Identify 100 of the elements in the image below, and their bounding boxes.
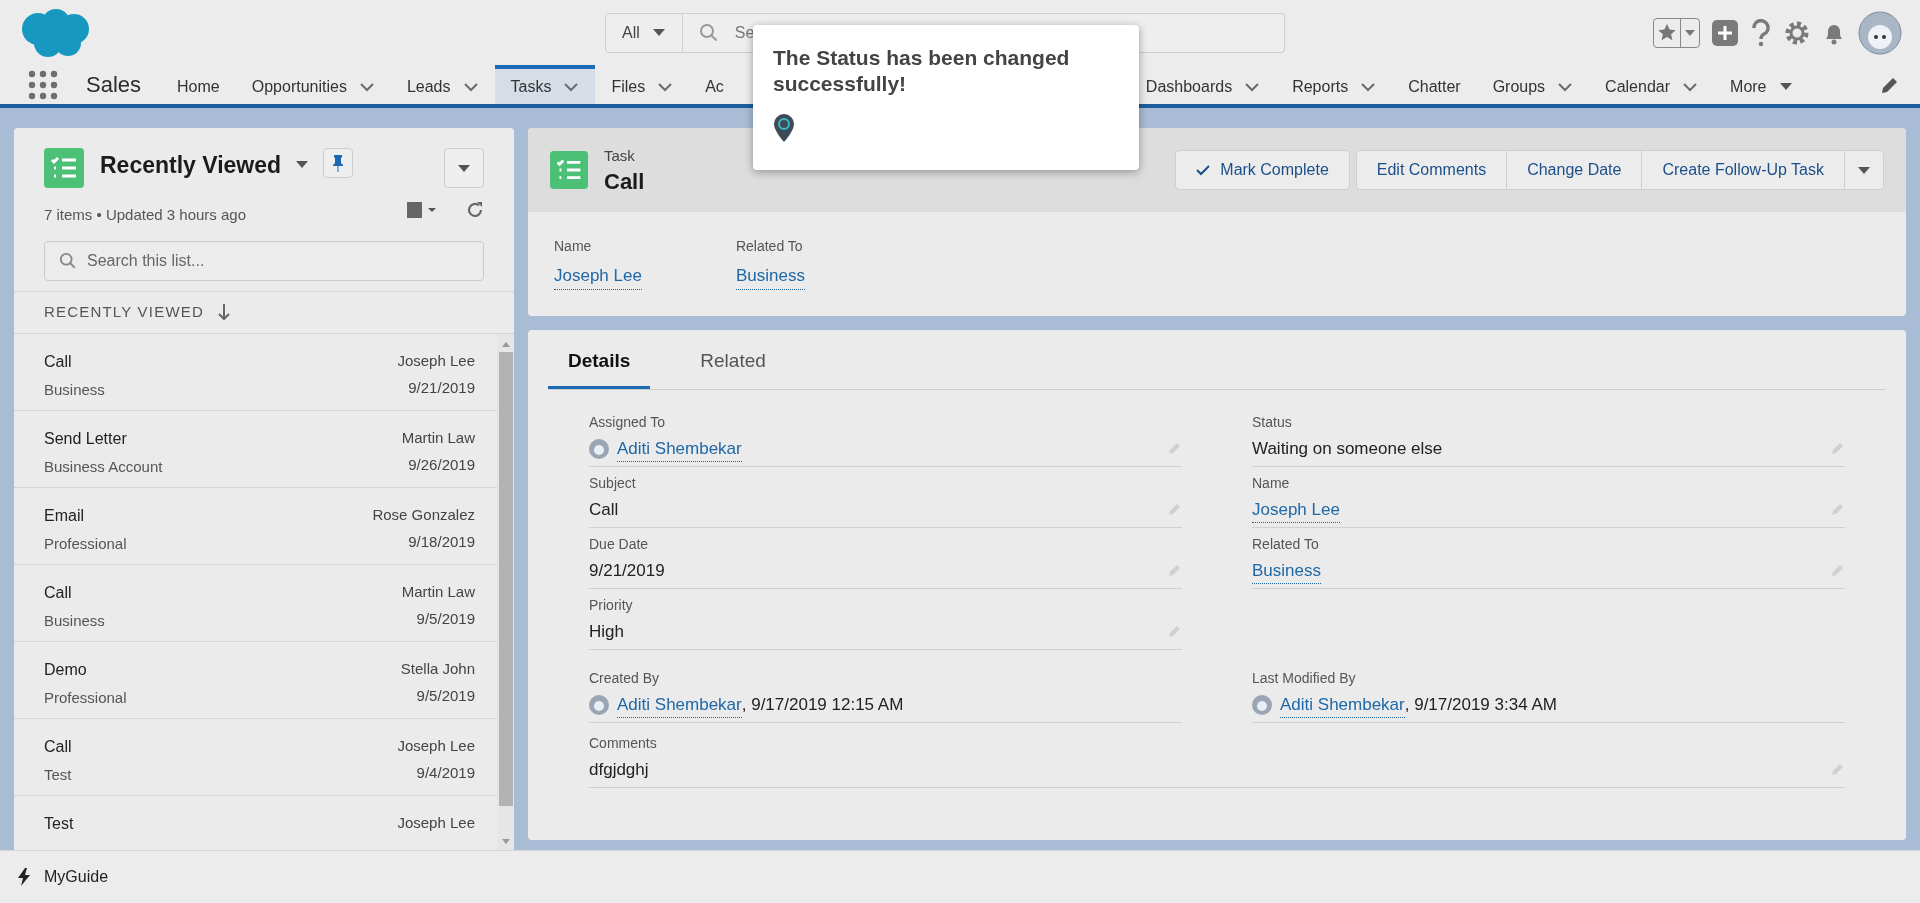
nav-tab[interactable]: Chatter xyxy=(1408,74,1461,99)
avatar-icon xyxy=(1252,695,1272,715)
app-launcher-icon[interactable] xyxy=(28,69,58,100)
add-icon[interactable] xyxy=(1712,19,1738,46)
chevron-down-icon[interactable] xyxy=(657,81,674,92)
action-button[interactable]: Create Follow-Up Task xyxy=(1641,150,1844,190)
list-title[interactable]: Recently Viewed xyxy=(100,148,282,183)
settings-icon[interactable] xyxy=(1784,19,1810,46)
footer-label[interactable]: MyGuide xyxy=(44,865,109,889)
nav-tab[interactable]: Calendar xyxy=(1605,74,1671,99)
favorites-button[interactable] xyxy=(1653,17,1700,48)
list-meta: 7 items • Updated 3 hours ago xyxy=(44,205,247,225)
nav-tab[interactable]: Leads xyxy=(406,74,451,99)
user-link[interactable]: Aditi Shembekar xyxy=(1280,691,1405,719)
caret-icon xyxy=(1685,29,1695,36)
row-owner: Rose Gonzalez xyxy=(372,504,475,525)
row-title: Call xyxy=(44,582,73,603)
caret-icon[interactable] xyxy=(1778,82,1793,91)
nav-tab[interactable]: Ac xyxy=(705,74,724,99)
field-label: Due Date xyxy=(589,534,650,554)
user-avatar-icon[interactable] xyxy=(1858,10,1902,55)
action-button[interactable]: Change Date xyxy=(1506,150,1642,190)
row-subtitle: Professional xyxy=(44,533,127,554)
field-label: Comments xyxy=(589,733,658,753)
row-title: Test xyxy=(44,813,74,834)
display-as-icon[interactable] xyxy=(406,201,438,220)
chevron-down-icon[interactable] xyxy=(462,81,479,92)
chevron-down-icon[interactable] xyxy=(1244,81,1261,92)
row-date: 9/26/2019 xyxy=(408,455,475,475)
field-label: Name xyxy=(1252,473,1291,493)
list-menu-button[interactable] xyxy=(444,148,484,188)
avatar-icon xyxy=(589,439,609,459)
chevron-down-icon[interactable] xyxy=(1360,81,1377,92)
row-title: Call xyxy=(44,351,73,372)
user-link[interactable]: Aditi Shembekar xyxy=(617,691,742,719)
row-title: Demo xyxy=(44,659,88,680)
list-search-field[interactable]: Search this list... xyxy=(44,240,484,281)
record-title: Call xyxy=(604,167,645,195)
nav-tab[interactable]: Files xyxy=(611,74,646,99)
app-name: Sales xyxy=(86,71,142,99)
more-actions-button[interactable] xyxy=(1844,150,1884,190)
sort-arrow-icon[interactable] xyxy=(218,303,230,321)
field-label: Created By xyxy=(589,668,661,688)
caret-down-icon[interactable] xyxy=(457,163,471,173)
record-link[interactable]: Business xyxy=(1252,557,1321,585)
record-link[interactable]: Joseph Lee xyxy=(554,263,642,290)
field-label: Subject xyxy=(589,473,637,493)
caret-down-icon[interactable] xyxy=(1857,165,1871,175)
scroll-down-icon[interactable] xyxy=(500,838,511,846)
user-link[interactable]: Aditi Shembekar xyxy=(617,435,742,463)
row-date: 9/4/2019 xyxy=(416,763,475,783)
help-icon[interactable] xyxy=(1750,18,1772,47)
row-date: 9/5/2019 xyxy=(416,609,475,629)
caret-icon[interactable] xyxy=(295,160,310,169)
search-icon xyxy=(59,251,77,270)
search-icon xyxy=(698,22,719,43)
field-value: Call xyxy=(589,499,619,522)
pin-button[interactable] xyxy=(323,148,354,178)
nav-tab[interactable]: Groups xyxy=(1492,74,1546,99)
record-link[interactable]: Joseph Lee xyxy=(1252,496,1340,524)
field-value: , 9/17/2019 12:15 AM xyxy=(741,693,904,716)
nav-tab[interactable]: Dashboards xyxy=(1145,74,1233,99)
tab[interactable]: Details xyxy=(548,337,651,389)
scrollbar[interactable] xyxy=(497,333,514,850)
field-value: Waiting on someone else xyxy=(1252,438,1443,461)
search-scope-dropdown[interactable]: All xyxy=(605,12,683,53)
row-date: 9/21/2019 xyxy=(408,378,475,398)
toast-message: The Status has been changed successfully! xyxy=(773,45,1071,97)
action-button[interactable]: Mark Complete xyxy=(1175,150,1350,190)
field-label: Related To xyxy=(735,237,804,256)
column-header[interactable]: RECENTLY VIEWED xyxy=(44,300,204,324)
chevron-down-icon[interactable] xyxy=(358,81,375,92)
row-owner: Joseph Lee xyxy=(397,350,475,371)
task-list-icon xyxy=(550,151,588,189)
field-label: Related To xyxy=(1252,534,1320,554)
row-subtitle: Business xyxy=(44,379,105,400)
avatar-icon xyxy=(589,695,609,715)
record-link[interactable]: Business xyxy=(735,263,805,290)
task-list-icon xyxy=(44,148,84,188)
field-label: Priority xyxy=(589,595,634,615)
tab[interactable]: Related xyxy=(680,337,786,389)
nav-tab[interactable]: More xyxy=(1730,74,1767,99)
field-label: Name xyxy=(554,237,593,256)
row-title: Call xyxy=(44,736,72,757)
nav-tab[interactable]: Reports xyxy=(1292,74,1349,99)
nav-tab[interactable]: Opportunities xyxy=(251,74,347,99)
chevron-down-icon[interactable] xyxy=(1682,81,1699,92)
lightning-icon[interactable] xyxy=(18,868,30,886)
caret-icon[interactable] xyxy=(651,28,666,37)
action-button[interactable]: Edit Comments xyxy=(1355,150,1507,190)
nav-tab[interactable]: Home xyxy=(177,74,220,99)
row-date: 9/18/2019 xyxy=(408,532,475,552)
row-owner: Martin Law xyxy=(401,427,475,448)
field-label: Assigned To xyxy=(589,412,666,432)
chevron-down-icon[interactable] xyxy=(563,81,580,92)
row-subtitle: Professional xyxy=(44,687,127,708)
check-icon xyxy=(1196,164,1211,176)
refresh-icon[interactable] xyxy=(466,201,484,220)
chevron-down-icon[interactable] xyxy=(1557,81,1574,92)
field-value: High xyxy=(589,621,624,644)
